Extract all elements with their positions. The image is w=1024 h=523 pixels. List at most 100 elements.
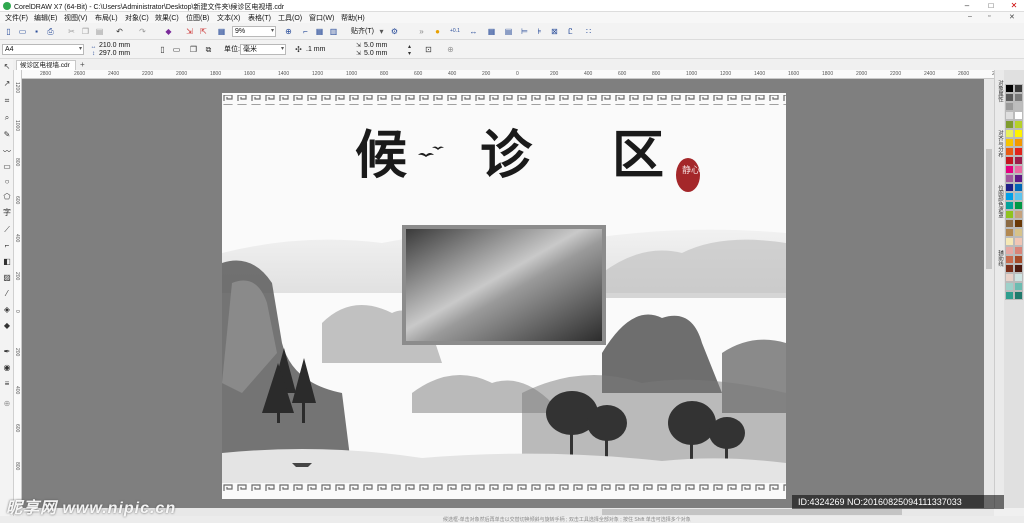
portrait-icon[interactable]: ▯ — [157, 44, 168, 55]
docker-align-distribute[interactable]: 对齐与分布 — [996, 130, 1004, 158]
color-eyedropper-icon[interactable]: ⁄ — [2, 289, 12, 299]
connector-tool-icon[interactable]: ⌐ — [2, 241, 12, 251]
color-swatch[interactable] — [1014, 129, 1023, 138]
color-swatch[interactable] — [1005, 192, 1014, 201]
color-swatch[interactable] — [1005, 228, 1014, 237]
transparency-tool-icon[interactable]: ▨ — [2, 273, 12, 283]
more-icon[interactable]: » — [416, 26, 427, 37]
show-guidelines-icon[interactable]: ▥ — [328, 26, 339, 37]
color-swatch[interactable] — [1014, 84, 1023, 93]
color-swatch[interactable] — [1014, 165, 1023, 174]
color-swatch[interactable] — [1005, 237, 1014, 246]
undo-icon[interactable]: ↶ — [114, 26, 125, 37]
add-preset-icon[interactable]: ⊕ — [445, 44, 456, 55]
color-swatch[interactable] — [1014, 156, 1023, 165]
cut-icon[interactable]: ✂ — [66, 26, 77, 37]
color-swatch[interactable] — [1005, 147, 1014, 156]
color-swatch[interactable] — [1005, 102, 1014, 111]
doc-close-icon[interactable]: ✕ — [1009, 13, 1015, 21]
color-swatch[interactable] — [1014, 138, 1023, 147]
color-swatch[interactable] — [1014, 102, 1023, 111]
docker-object-properties[interactable]: 对象属性 — [996, 80, 1004, 102]
landscape-icon[interactable]: ▭ — [171, 44, 182, 55]
table-icon[interactable]: ▦ — [486, 26, 497, 37]
menu-layout[interactable]: 布局(L) — [95, 13, 118, 23]
color-swatch[interactable] — [1005, 111, 1014, 120]
rectangle-tool-icon[interactable]: ▭ — [2, 162, 12, 172]
print-icon[interactable]: ⎙ — [45, 26, 56, 37]
app-launcher-icon[interactable]: ▦ — [216, 26, 227, 37]
menu-edit[interactable]: 编辑(E) — [34, 13, 57, 23]
treat-as-filled-icon[interactable]: ⊡ — [423, 44, 434, 55]
full-screen-icon[interactable]: ⊕ — [283, 26, 294, 37]
nudge-distance-field[interactable]: .1 mm — [306, 45, 325, 54]
save-icon[interactable]: ▪ — [31, 26, 42, 37]
grid-tool-icon[interactable]: ▤ — [503, 26, 514, 37]
color-swatch[interactable] — [1005, 129, 1014, 138]
color-swatch[interactable] — [1014, 246, 1023, 255]
docker-bitmap-mask[interactable]: 位图颜色遮罩 — [996, 185, 1004, 218]
zoom-level-select[interactable]: 9% ▾ — [232, 26, 276, 37]
paste-icon[interactable]: ▤ — [94, 26, 105, 37]
menu-text[interactable]: 文本(X) — [217, 13, 240, 23]
outline-pen-icon[interactable]: ✒ — [2, 347, 12, 357]
ellipse-tool-icon[interactable]: ○ — [2, 177, 12, 187]
shape-tool-icon[interactable]: ↗ — [2, 79, 12, 89]
color-swatch[interactable] — [1005, 282, 1014, 291]
color-swatch[interactable] — [1005, 138, 1014, 147]
color-swatch[interactable] — [1014, 120, 1023, 129]
color-swatch[interactable] — [1014, 183, 1023, 192]
color-swatch[interactable] — [1014, 111, 1023, 120]
vertical-scroll-thumb[interactable] — [986, 149, 992, 269]
redo-icon[interactable]: ↷ — [137, 26, 148, 37]
current-page-icon[interactable]: ⧉ — [203, 44, 214, 55]
document-page[interactable]: 候 诊 区 静心 — [222, 93, 786, 499]
units-select[interactable]: 毫米 ▾ — [240, 44, 286, 55]
text-tool-icon[interactable]: 字 — [2, 208, 12, 218]
color-swatch[interactable] — [1014, 273, 1023, 282]
open-icon[interactable]: ▭ — [17, 26, 28, 37]
color-swatch[interactable] — [1005, 201, 1014, 210]
text-align-icon[interactable]: ⊧ — [534, 26, 545, 37]
duplicate-y-field[interactable]: 5.0 mm — [364, 49, 387, 58]
spell-icon[interactable]: ∷ — [583, 26, 594, 37]
search-content-icon[interactable]: ◆ — [163, 26, 174, 37]
close-button[interactable]: ✕ — [1004, 0, 1024, 12]
artistic-media-icon[interactable]: 〰 — [2, 147, 12, 157]
menu-file[interactable]: 文件(F) — [5, 13, 28, 23]
export-icon[interactable]: ⇱ — [198, 26, 209, 37]
color-swatch[interactable] — [1014, 93, 1023, 102]
color-swatch[interactable] — [1014, 264, 1023, 273]
pick-tool-icon[interactable]: ↖ — [2, 62, 12, 72]
color-swatch[interactable] — [1014, 192, 1023, 201]
color-swatch[interactable] — [1005, 264, 1014, 273]
color-swatch[interactable] — [1005, 255, 1014, 264]
color-swatch[interactable] — [1005, 246, 1014, 255]
color-swatch[interactable] — [1014, 291, 1023, 300]
polygon-tool-icon[interactable]: ⬠ — [2, 192, 12, 202]
color-swatch[interactable] — [1005, 219, 1014, 228]
hints-icon[interactable]: ● — [432, 26, 443, 37]
align-left-icon[interactable]: ⊨ — [519, 26, 530, 37]
new-tab-icon[interactable]: + — [80, 60, 85, 69]
color-swatch[interactable] — [1005, 93, 1014, 102]
maximize-button[interactable]: □ — [981, 0, 1001, 12]
menu-table[interactable]: 表格(T) — [248, 13, 271, 23]
new-icon[interactable]: ▯ — [3, 26, 14, 37]
menu-help[interactable]: 帮助(H) — [341, 13, 365, 23]
color-swatch[interactable] — [1014, 237, 1023, 246]
docker-guidelines[interactable]: 辅助线 — [996, 250, 1004, 267]
drop-shadow-icon[interactable]: ◧ — [2, 257, 12, 267]
zoom-tool-icon[interactable]: ⌕ — [2, 113, 12, 123]
page-height-field[interactable]: 297.0 mm — [99, 49, 130, 58]
snap-dropdown-icon[interactable]: ▾ — [376, 26, 387, 37]
color-swatch[interactable] — [1005, 120, 1014, 129]
document-tab[interactable]: 候诊区电视墙.cdr — [16, 60, 76, 70]
drawing-canvas[interactable]: 候 诊 区 静心 — [22, 79, 994, 508]
tv-wall-artwork[interactable]: 候 诊 区 静心 — [222, 93, 786, 499]
crop-tool-icon[interactable]: ⌗ — [2, 96, 12, 106]
freehand-tool-icon[interactable]: ✎ — [2, 130, 12, 140]
minimize-button[interactable]: – — [957, 0, 977, 12]
color-swatch[interactable] — [1005, 273, 1014, 282]
color-swatch[interactable] — [1014, 219, 1023, 228]
